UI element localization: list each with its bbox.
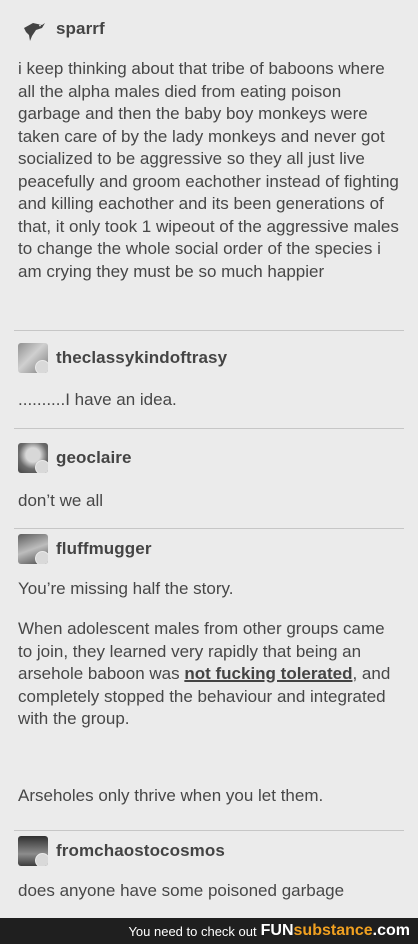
divider: [14, 830, 404, 831]
divider: [14, 528, 404, 529]
username[interactable]: geoclaire: [56, 448, 132, 468]
reblog-badge-icon: [35, 551, 48, 564]
divider: [14, 428, 404, 429]
post-body-p1: You’re missing half the story.: [18, 579, 234, 598]
avatar[interactable]: [18, 534, 48, 564]
reblog-badge-icon: [35, 360, 48, 373]
username[interactable]: sparrf: [56, 19, 105, 39]
reblog-badge-icon: [35, 853, 48, 866]
brand-part: FUN: [260, 922, 294, 939]
post-body: i keep thinking about that tribe of babo…: [18, 59, 399, 281]
brand-part: substance: [293, 922, 373, 939]
watermark-logo: FUNsubstance.com: [261, 922, 410, 940]
reblog-badge-icon: [35, 460, 48, 473]
post-2-header: theclassykindoftrasy: [18, 343, 227, 373]
post-body: don’t we all: [18, 491, 104, 510]
brand-part: .com: [372, 922, 410, 939]
username[interactable]: fluffmugger: [56, 539, 152, 559]
post-body-p3: Arseholes only thrive when you let them.: [18, 786, 324, 805]
avatar[interactable]: [18, 343, 48, 373]
watermark-text: You need to check out: [128, 923, 257, 939]
post-3-header: geoclaire: [18, 443, 132, 473]
avatar[interactable]: [18, 836, 48, 866]
bird-icon: [24, 23, 45, 41]
post-1-header: sparrf: [18, 14, 105, 44]
post-5-header: fromchaostocosmos: [18, 836, 225, 866]
username[interactable]: theclassykindoftrasy: [56, 348, 227, 368]
post-4-header: fluffmugger: [18, 534, 152, 564]
emphasized-text: not fucking tolerated: [184, 664, 353, 683]
divider: [14, 330, 404, 331]
username[interactable]: fromchaostocosmos: [56, 841, 225, 861]
post-body: does anyone have some poisoned garbage: [18, 881, 345, 900]
post-body: ..........I have an idea.: [18, 390, 177, 409]
avatar[interactable]: [18, 443, 48, 473]
post-body-p2: When adolescent males from other groups …: [18, 618, 403, 731]
watermark-bar: You need to check out FUNsubstance.com: [0, 918, 418, 944]
